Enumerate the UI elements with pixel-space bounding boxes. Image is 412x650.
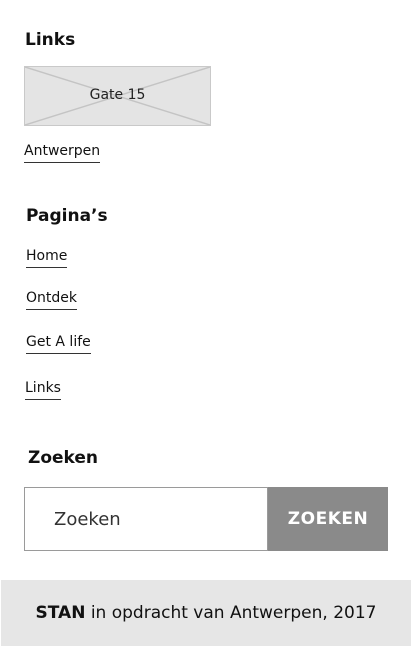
search-section-title: Zoeken — [28, 448, 99, 468]
search-field-container — [24, 487, 268, 551]
image-placeholder[interactable]: Gate 15 — [24, 66, 211, 126]
pages-section-title: Pagina’s — [26, 206, 108, 226]
footer-brand: STAN — [35, 603, 86, 623]
nav-link-home[interactable]: Home — [26, 248, 68, 268]
search-input[interactable] — [25, 488, 267, 550]
footer-caption: in opdracht van Antwerpen, 2017 — [85, 603, 377, 623]
nav-link-get-a-life[interactable]: Get A life — [26, 334, 91, 354]
footer: STAN in opdracht van Antwerpen, 2017 — [1, 580, 411, 646]
image-placeholder-label: Gate 15 — [89, 87, 146, 103]
links-section-title: Links — [25, 30, 76, 50]
search-button[interactable]: ZOEKEN — [268, 487, 388, 551]
nav-link-ontdek[interactable]: Ontdek — [26, 290, 77, 310]
footer-text: STAN in opdracht van Antwerpen, 2017 — [36, 603, 377, 623]
nav-link-links[interactable]: Links — [25, 380, 61, 400]
link-antwerpen[interactable]: Antwerpen — [24, 143, 101, 163]
